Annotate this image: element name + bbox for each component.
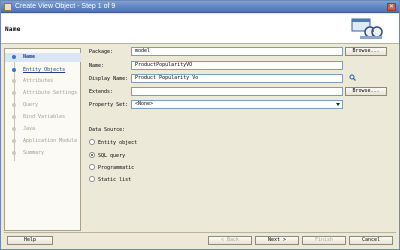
sidebar-item-label: Java	[23, 126, 36, 132]
step-indicator-icon	[12, 55, 16, 59]
step-indicator-icon	[12, 151, 16, 155]
step-indicator-icon	[12, 127, 16, 131]
sidebar-item-label: Application Module	[23, 138, 78, 144]
radio-label: Programmatic	[98, 165, 135, 171]
window-title: Create View Object - Step 1 of 9	[15, 3, 116, 10]
wizard-steps-nav: Name Entity Objects Attributes Attribute…	[4, 48, 81, 231]
title-bar[interactable]: Create View Object - Step 1 of 9 ✕	[1, 1, 399, 13]
sidebar-item-summary: Summary	[5, 149, 81, 158]
finish-button[interactable]: Finish	[302, 236, 346, 245]
package-browse-button[interactable]: Browse...	[345, 47, 387, 56]
name-field[interactable]: ProductPopularityVO	[131, 61, 343, 70]
cancel-button[interactable]: Cancel	[349, 236, 393, 245]
sidebar-item-label: Attribute Settings	[23, 90, 78, 96]
radio-label: SQL query	[98, 153, 126, 159]
next-button[interactable]: Next >	[255, 236, 299, 245]
sidebar-item-label: Bind Variables	[23, 114, 66, 120]
display-name-field[interactable]: Product Popularity Vo	[131, 74, 343, 83]
data-source-label: Data Source:	[89, 127, 126, 133]
sidebar-item-label: Entity Objects	[23, 67, 66, 73]
property-set-select[interactable]: <None>	[131, 100, 343, 109]
property-set-label: Property Set:	[89, 102, 129, 108]
sidebar-item-application-module: Application Module	[5, 137, 81, 146]
footer-divider	[4, 232, 396, 233]
nav-connector	[14, 61, 15, 161]
window-icon	[4, 3, 12, 11]
extends-field[interactable]	[131, 87, 343, 96]
radio-programmatic[interactable]	[89, 164, 95, 170]
sidebar-item-entity-objects[interactable]: Entity Objects	[5, 66, 81, 75]
radio-entity-object[interactable]	[89, 139, 95, 145]
step-indicator-icon	[12, 79, 16, 83]
dialog-window: Create View Object - Step 1 of 9 ✕ Name …	[0, 0, 400, 250]
package-label: Package:	[89, 49, 114, 55]
package-field[interactable]: model	[131, 47, 343, 56]
display-name-label: Display Name:	[89, 76, 129, 82]
sidebar-item-label: Summary	[23, 150, 45, 156]
sidebar-item-name[interactable]: Name	[5, 53, 81, 62]
radio-sql-query[interactable]	[89, 152, 95, 158]
radio-static-list[interactable]	[89, 176, 95, 182]
sidebar-item-label: Attributes	[23, 78, 54, 84]
search-icon[interactable]	[349, 74, 356, 81]
step-indicator-icon	[12, 68, 16, 72]
step-indicator-icon	[12, 115, 16, 119]
help-button[interactable]: Help	[7, 236, 53, 245]
view-object-logo	[351, 18, 383, 39]
extends-label: Extends:	[89, 89, 114, 95]
sidebar-item-label: Name	[23, 54, 36, 60]
sidebar-item-java: Java	[5, 125, 81, 134]
step-indicator-icon	[12, 139, 16, 143]
radio-label: Entity object	[98, 140, 138, 146]
sidebar-item-label: Query	[23, 102, 39, 108]
sidebar-item-bind-variables: Bind Variables	[5, 113, 81, 122]
property-set-value: <None>	[135, 101, 154, 107]
chevron-down-icon	[336, 103, 340, 106]
radio-label: Static list	[98, 177, 132, 183]
sidebar-item-query: Query	[5, 101, 81, 110]
back-button[interactable]: < Back	[208, 236, 252, 245]
sidebar-item-attributes: Attributes	[5, 77, 81, 86]
step-heading: Name	[5, 26, 21, 33]
step-indicator-icon	[12, 103, 16, 107]
step-header: Name	[1, 14, 399, 44]
sidebar-item-attribute-settings: Attribute Settings	[5, 89, 81, 98]
name-label: Name:	[89, 63, 105, 69]
close-button[interactable]: ✕	[387, 3, 396, 11]
extends-browse-button[interactable]: Browse...	[345, 87, 387, 96]
step-indicator-icon	[12, 91, 16, 95]
